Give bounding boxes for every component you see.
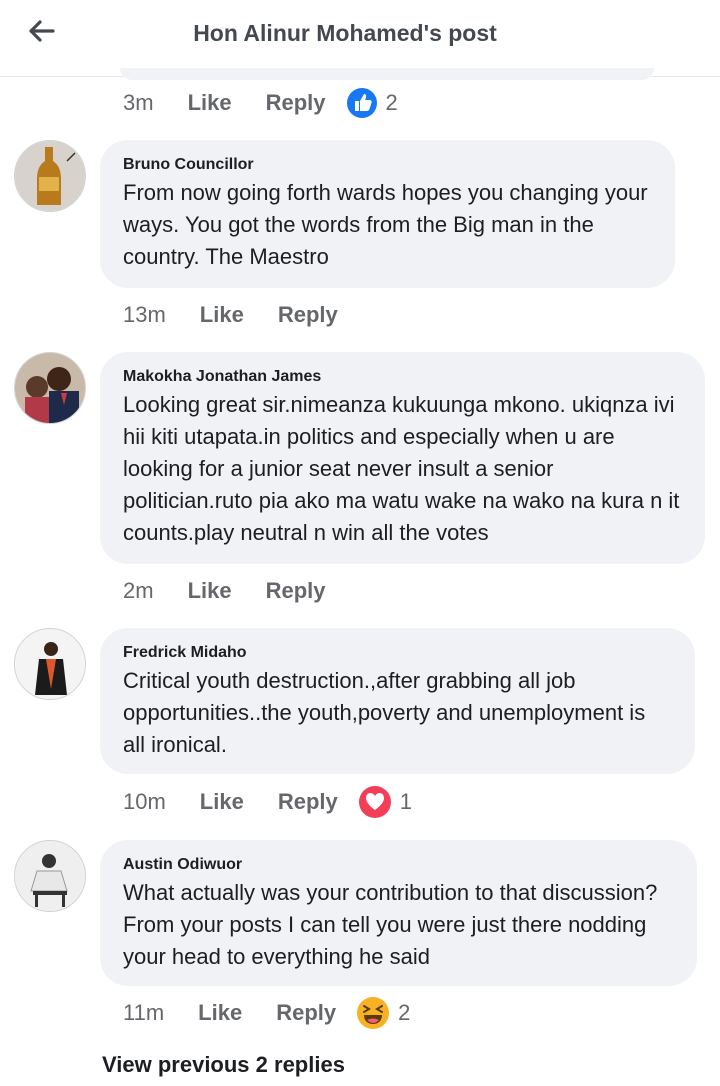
reaction-count: 2 [398, 1000, 411, 1025]
comment-time[interactable]: 10m [123, 789, 166, 815]
comment-author[interactable]: Makokha Jonathan James [123, 366, 683, 388]
comment-actions: 13m Like Reply [123, 298, 338, 332]
avatar-image [15, 841, 85, 911]
reaction-count: 2 [385, 90, 398, 115]
comment-bubble: Austin Odiwuor What actually was your co… [100, 840, 697, 986]
avatar[interactable] [14, 840, 86, 912]
comment-text: Critical youth destruction.,after grabbi… [123, 668, 646, 757]
previous-comment-bubble [120, 68, 654, 80]
comment-author[interactable]: Bruno Councillor [123, 154, 653, 176]
comment-actions: 3m Like Reply 2 [123, 86, 398, 120]
avatar-image [15, 141, 85, 211]
like-button[interactable]: Like [198, 1000, 242, 1026]
reply-button[interactable]: Reply [278, 302, 338, 328]
comment-actions: 10m Like Reply 1 [123, 785, 412, 819]
like-button[interactable]: Like [200, 302, 244, 328]
avatar-image [15, 353, 85, 423]
like-button[interactable]: Like [200, 789, 244, 815]
page-title: Hon Alinur Mohamed's post [193, 20, 497, 46]
comment-time[interactable]: 13m [123, 302, 166, 328]
app-header: Hon Alinur Mohamed's post [0, 0, 720, 77]
avatar[interactable] [14, 628, 86, 700]
avatar[interactable] [14, 140, 86, 212]
reply-button[interactable]: Reply [266, 578, 326, 604]
thumbs-up-icon [346, 88, 377, 118]
comment-text: Looking great sir.nimeanza kukuunga mkon… [123, 392, 680, 545]
avatar[interactable] [14, 352, 86, 424]
comment-bubble: Fredrick Midaho Critical youth destructi… [100, 628, 695, 774]
comment-author[interactable]: Fredrick Midaho [123, 642, 673, 664]
like-button[interactable]: Like [188, 90, 232, 116]
view-previous-replies-link[interactable]: View previous 2 replies [102, 1052, 345, 1078]
comment-bubble: Bruno Councillor From now going forth wa… [100, 140, 675, 288]
reaction-summary[interactable]: 1 [358, 785, 412, 819]
reaction-summary[interactable]: 2 [356, 996, 410, 1030]
heart-icon [358, 786, 391, 818]
avatar-image [15, 629, 85, 699]
comment-time[interactable]: 2m [123, 578, 154, 604]
comment-text: What actually was your contribution to t… [123, 880, 658, 969]
reply-button[interactable]: Reply [276, 1000, 336, 1026]
reply-button[interactable]: Reply [266, 90, 326, 116]
laughing-face-icon [357, 997, 390, 1029]
comment-time[interactable]: 11m [123, 1000, 164, 1026]
comment-actions: 2m Like Reply [123, 574, 326, 608]
reply-button[interactable]: Reply [278, 789, 338, 815]
reaction-count: 1 [399, 789, 412, 814]
comment-bubble: Makokha Jonathan James Looking great sir… [100, 352, 705, 564]
like-button[interactable]: Like [188, 578, 232, 604]
comment-actions: 11m Like Reply 2 [123, 996, 410, 1030]
comment-author[interactable]: Austin Odiwuor [123, 854, 675, 876]
comment-time[interactable]: 3m [123, 90, 154, 116]
reaction-summary[interactable]: 2 [346, 87, 398, 119]
comment-text: From now going forth wards hopes you cha… [123, 180, 648, 269]
